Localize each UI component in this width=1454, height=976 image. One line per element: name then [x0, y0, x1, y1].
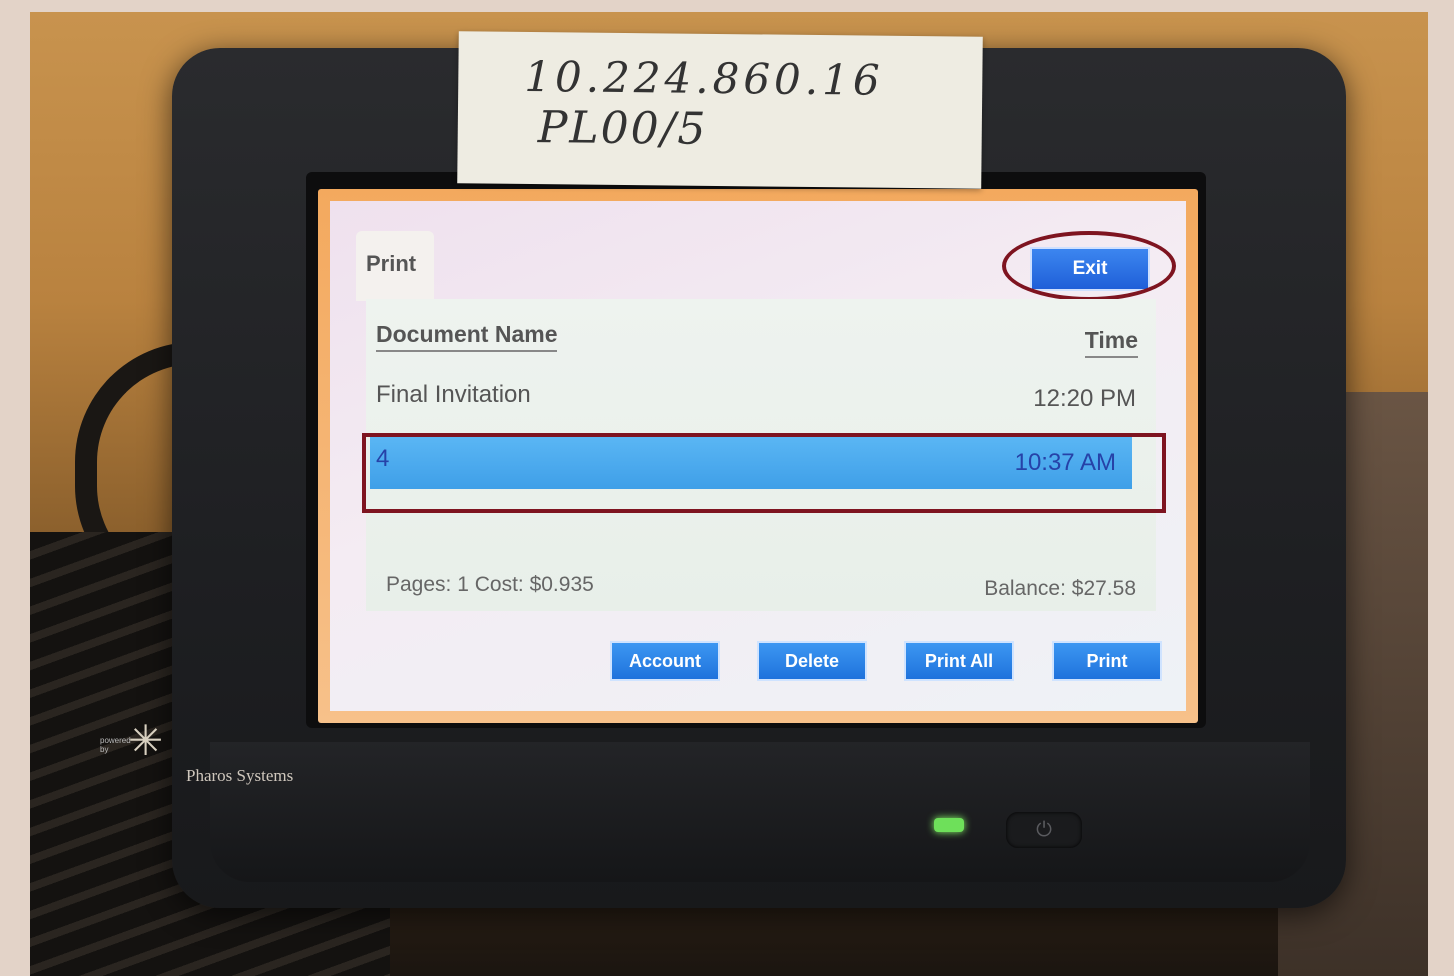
job-name: Final Invitation: [376, 381, 531, 408]
power-button[interactable]: ⏻: [1006, 812, 1082, 848]
job-time: 12:20 PM: [1033, 385, 1136, 412]
note-ip-address: 10.224.860.16: [524, 51, 884, 105]
delete-button[interactable]: Delete: [757, 641, 867, 681]
tab-print[interactable]: Print: [356, 231, 434, 301]
terminal-bezel: [210, 742, 1310, 882]
photo-background: powered by ✳ Pharos Systems ⏻ Print Exit…: [30, 12, 1428, 976]
powered-by-label: powered by: [100, 736, 131, 754]
print-all-button[interactable]: Print All: [904, 641, 1014, 681]
column-header-document[interactable]: Document Name: [376, 321, 558, 352]
pages-cost-label: Pages: 1 Cost: $0.935: [386, 573, 594, 596]
brand-name: Pharos Systems: [186, 766, 294, 785]
column-header-time[interactable]: Time: [1084, 327, 1138, 358]
starburst-icon: ✳: [128, 719, 164, 765]
selected-row-highlight-box: [362, 433, 1166, 513]
print-button[interactable]: Print: [1052, 641, 1162, 681]
handwritten-sticky-note: 10.224.860.16 PL00/5: [457, 31, 983, 189]
power-icon: ⏻: [1036, 819, 1052, 841]
exit-highlight-circle: [1002, 231, 1176, 301]
job-row[interactable]: Final Invitation 12:20 PM: [376, 369, 1136, 425]
screen-content: Print Exit Document Name Time Final Invi…: [330, 201, 1186, 711]
balance-label: Balance: $27.58: [984, 577, 1136, 600]
touch-screen: Print Exit Document Name Time Final Invi…: [318, 189, 1198, 723]
account-button[interactable]: Account: [610, 641, 720, 681]
note-printer-id: PL00/5: [537, 102, 708, 155]
status-led-icon: [934, 818, 964, 832]
